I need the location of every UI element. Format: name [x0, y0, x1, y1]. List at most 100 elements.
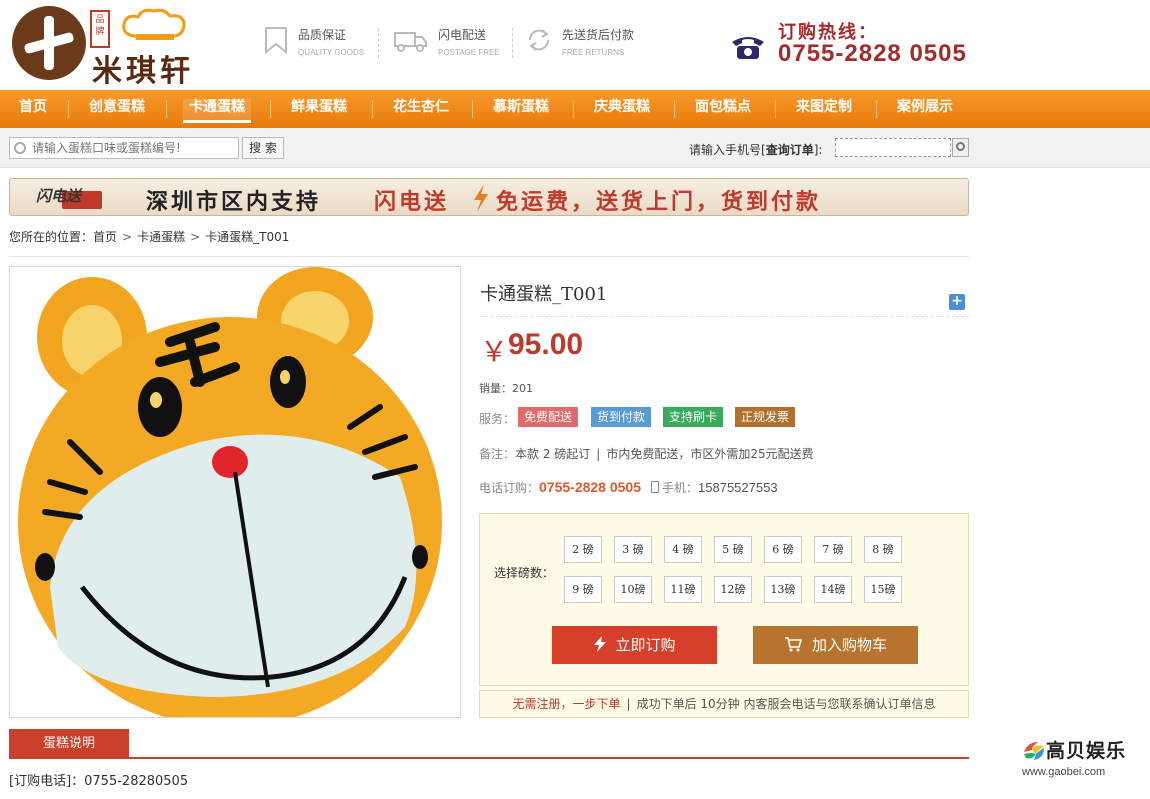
- weight-option[interactable]: 4 磅: [664, 536, 702, 563]
- breadcrumb-current: 卡通蛋糕_T001: [205, 230, 290, 244]
- truck-icon: [394, 32, 427, 52]
- banner-text-region: 深圳市区内支持: [146, 190, 322, 215]
- nav-item-3[interactable]: 鲜果蛋糕: [286, 90, 352, 128]
- add-to-cart-label: 加入购物车: [811, 636, 887, 654]
- plus-icon[interactable]: +: [949, 294, 965, 310]
- breadcrumb: 您所在的位置：首页 > 卡通蛋糕 > 卡通蛋糕_T001: [9, 228, 289, 245]
- weight-label: 选择磅数：: [494, 566, 555, 580]
- product-note: 备注：本款 2 磅起订 | 市内免费配送，市区外需加25元配送费: [479, 445, 814, 462]
- breadcrumb-home[interactable]: 首页: [93, 230, 117, 244]
- buy-now-button[interactable]: 立即订购: [552, 626, 717, 664]
- search-input[interactable]: [32, 140, 232, 156]
- nav-divider: [573, 100, 574, 118]
- notice-divider: |: [626, 697, 631, 711]
- weight-option[interactable]: 12磅: [714, 576, 752, 603]
- feature-delivery: 闪电配送 POSTAGE FREE: [392, 20, 502, 66]
- nav-item-1[interactable]: 创意蛋糕: [84, 90, 150, 128]
- nav-item-7[interactable]: 面包糕点: [690, 90, 756, 128]
- nav-item-label: 花生杏仁: [393, 99, 449, 115]
- order-query-prefix: 请输入手机号[: [689, 143, 766, 157]
- telephone-icon: [732, 37, 764, 59]
- nav-item-label: 创意蛋糕: [89, 99, 145, 115]
- weight-option[interactable]: 5 磅: [714, 536, 752, 563]
- nav-divider: [68, 100, 69, 118]
- order-notice: 无需注册，一步下单 | 成功下单后 10分钟 内客服会电话与您联系确认订单信息: [479, 690, 969, 718]
- tab-cake-description[interactable]: 蛋糕说明: [9, 729, 129, 758]
- tel-label: 电话订购：: [479, 481, 540, 495]
- weight-option[interactable]: 11磅: [664, 576, 702, 603]
- nav-item-label: 卡通蛋糕: [183, 99, 251, 123]
- search-box: [9, 137, 239, 159]
- delivery-banner[interactable]: 闪电送 深圳市区内支持 闪电送 免运费，送货上门，货到付款: [9, 178, 969, 216]
- order-phone-line: 电话订购：0755-2828 0505 手机：15875527553: [479, 479, 778, 497]
- feature-subtitle: FREE RETURNS: [562, 48, 625, 57]
- weight-option[interactable]: 14磅: [814, 576, 852, 603]
- weight-option[interactable]: 7 磅: [814, 536, 852, 563]
- services-label: 服务：: [479, 412, 516, 426]
- feature-subtitle: QUALITY GOODS: [298, 48, 365, 57]
- nav-item-5[interactable]: 慕斯蛋糕: [488, 90, 554, 128]
- nav-divider: [372, 100, 373, 118]
- main-nav: 首页 创意蛋糕 卡通蛋糕 鲜果蛋糕 花生杏仁 慕斯蛋糕 庆典蛋糕 面包糕点 来图定制 案例展示: [0, 90, 1150, 128]
- mobile-number: 15875527553: [698, 480, 778, 495]
- header: 品牌 米琪轩 品质保证 QUALITY GOODS 闪电配送 POSTAGE F…: [0, 0, 1150, 90]
- order-query-bold: 查询订单: [765, 143, 814, 157]
- nav-item-2[interactable]: 卡通蛋糕: [178, 90, 256, 128]
- lightning-icon: [474, 184, 488, 212]
- weight-option[interactable]: 10磅: [614, 576, 652, 603]
- product-price: 95.00: [508, 328, 584, 361]
- order-query-button[interactable]: [952, 138, 969, 157]
- breadcrumb-category[interactable]: 卡通蛋糕: [137, 230, 185, 244]
- order-query-label: 请输入手机号[查询订单]:: [689, 141, 822, 158]
- cart-icon: [784, 637, 803, 652]
- nav-divider: [472, 100, 473, 118]
- note-divider: |: [596, 447, 601, 461]
- weight-option[interactable]: 8 磅: [864, 536, 902, 563]
- weight-option[interactable]: 9 磅: [564, 576, 602, 603]
- feature-subtitle: POSTAGE FREE: [438, 48, 500, 57]
- weight-option[interactable]: 2 磅: [564, 536, 602, 563]
- weight-option[interactable]: 15磅: [864, 576, 902, 603]
- nav-divider: [270, 100, 271, 118]
- nav-item-9[interactable]: 案例展示: [892, 90, 958, 128]
- nav-divider: [674, 100, 675, 118]
- sales-count: 销量：201: [479, 382, 533, 395]
- divider: [9, 256, 969, 257]
- weight-option[interactable]: 6 磅: [764, 536, 802, 563]
- mobile-label: 手机：: [662, 481, 699, 495]
- nav-item-label: 庆典蛋糕: [594, 99, 650, 115]
- watermark-logo-icon: [1024, 742, 1044, 760]
- nav-item-4[interactable]: 花生杏仁: [388, 90, 454, 128]
- service-badge-invoice: 正规发票: [735, 407, 796, 427]
- product-image[interactable]: [9, 266, 461, 718]
- nav-divider: [876, 100, 877, 118]
- feature-cod: 先送货后付款 FREE RETURNS: [524, 20, 654, 66]
- nav-divider: [775, 100, 776, 118]
- search-bar: 搜 索 请输入手机号[查询订单]:: [0, 128, 1150, 168]
- nav-item-label: 鲜果蛋糕: [291, 99, 347, 115]
- logo[interactable]: 品牌 米琪轩: [12, 6, 217, 89]
- service-badge-cod: 货到付款: [591, 407, 652, 427]
- nav-item-label: 来图定制: [796, 99, 852, 115]
- weight-option[interactable]: 13磅: [764, 576, 802, 603]
- note-delivery: 市内免费配送，市区外需加25元配送费: [606, 447, 814, 461]
- service-badge-free-delivery: 免费配送: [518, 407, 579, 427]
- nav-item-label: 首页: [19, 99, 47, 115]
- logo-mark-icon: [12, 6, 86, 80]
- logo-seal: 品牌: [90, 10, 110, 48]
- weight-option[interactable]: 3 磅: [614, 536, 652, 563]
- nav-divider: [166, 100, 167, 118]
- feature-title: 闪电配送: [438, 28, 487, 42]
- return-icon: [528, 29, 550, 51]
- banner-logo: 闪电送: [36, 183, 110, 213]
- search-button[interactable]: 搜 索: [242, 137, 284, 159]
- add-to-cart-button[interactable]: 加入购物车: [753, 626, 918, 664]
- nav-item-6[interactable]: 庆典蛋糕: [589, 90, 655, 128]
- weight-selector: 选择磅数： 立即订购 加入购物车 2 磅 3 磅 4 磅 5 磅 6 磅 7 磅 8 磅 9 …: [479, 513, 969, 686]
- order-phone-input[interactable]: [835, 138, 951, 157]
- nav-item-8[interactable]: 来图定制: [791, 90, 857, 128]
- chevron-right-icon: >: [122, 230, 133, 244]
- nav-item-label: 案例展示: [897, 99, 953, 115]
- notice-text: 成功下单后 10分钟 内客服会电话与您联系确认订单信息: [636, 697, 936, 711]
- nav-item-0[interactable]: 首页: [16, 90, 50, 128]
